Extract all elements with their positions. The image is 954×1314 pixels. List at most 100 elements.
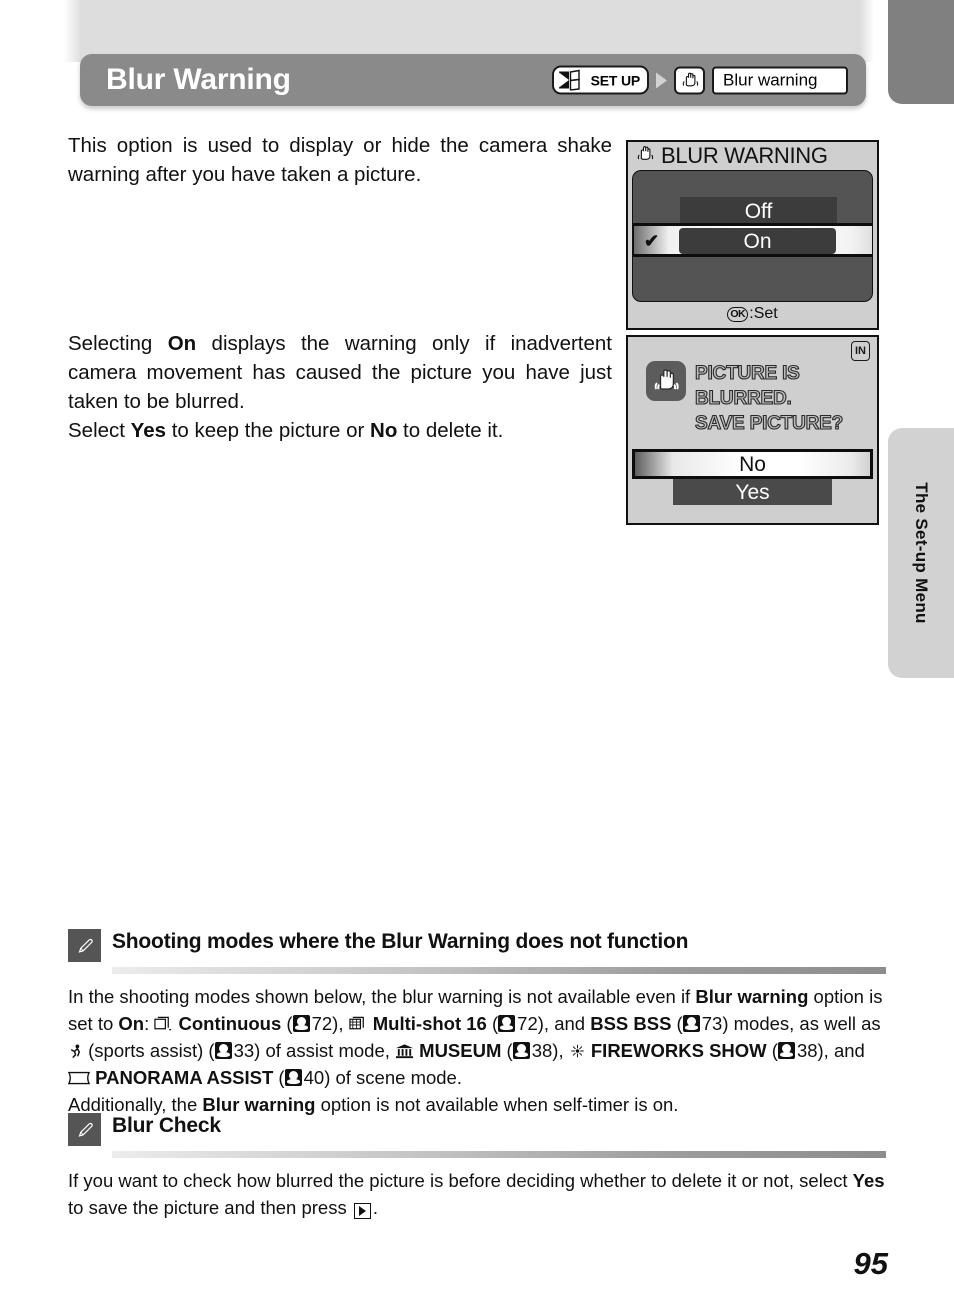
note1-b2: On (118, 1013, 145, 1034)
lcd-menu-option-off-pill: Off (680, 197, 837, 225)
note1-s9: ) modes, as well as (722, 1013, 881, 1034)
note1-s16: ( (273, 1067, 285, 1088)
shaking-hand-icon (635, 144, 655, 169)
breadcrumb-current-item[interactable]: Blur warning (712, 66, 848, 94)
note1-b1: Blur warning (695, 986, 809, 1007)
note1-s12: ( (501, 1040, 513, 1061)
lcd-dialog-message: PICTURE IS BLURRED. SAVE PICTURE? (646, 361, 869, 436)
note1-r6: 38 (796, 1040, 818, 1061)
note1-b4: Multi-shot 16 (372, 1013, 487, 1034)
note1-s3: : (144, 1013, 155, 1034)
chapter-tab-label: The Set-up Menu (912, 482, 931, 624)
note-title: Blur Check (112, 1114, 221, 1137)
desc-line2-end: to delete it. (397, 419, 504, 442)
setup-menu-icon (558, 69, 588, 91)
note2-b1: Yes (852, 1170, 885, 1191)
note1-s5: ), (332, 1013, 349, 1034)
description-paragraph: Selecting On displays the warning only i… (68, 329, 612, 445)
chapter-tab: The Set-up Menu (888, 428, 954, 678)
top-panel-fade-right (860, 0, 874, 62)
lcd-dialog-option-yes[interactable]: Yes (673, 479, 832, 505)
reference-book-icon (777, 1042, 795, 1059)
note-divider (112, 967, 886, 974)
lcd-menu-title: BLUR WARNING (661, 143, 828, 168)
note-header: Shooting modes where the Blur Warning do… (68, 928, 886, 962)
shaking-hand-icon (674, 66, 705, 94)
sports-assist-icon (68, 1043, 83, 1059)
lcd-menu-option-on[interactable]: ✔ On (633, 223, 872, 257)
lcd-dialog-option-yes-label: Yes (735, 480, 770, 504)
desc-no: No (370, 419, 398, 442)
desc-line2-mid: to keep the picture or (166, 419, 371, 442)
note1-r4: 33 (233, 1040, 255, 1061)
breadcrumb: SET UP Blur warning (551, 65, 848, 95)
note1-s14: ( (766, 1040, 778, 1061)
reference-book-icon (682, 1015, 700, 1032)
lcd-menu-option-off[interactable]: Off (633, 197, 872, 225)
note-title: Shooting modes where the Blur Warning do… (112, 930, 689, 953)
note1-r7: 40 (303, 1067, 325, 1088)
lcd-dialog-message-text: PICTURE IS BLURRED. SAVE PICTURE? (694, 361, 869, 436)
pencil-note-icon (68, 929, 101, 962)
page-number: 95 (853, 1246, 888, 1281)
note1-b6: MUSEUM (419, 1040, 502, 1061)
lcd-dialog-option-no[interactable]: No (632, 449, 873, 479)
note-divider (112, 1151, 886, 1158)
lcd-menu-option-on-label: On (743, 229, 772, 253)
note1-s17: ) of scene mode. (324, 1067, 462, 1088)
continuous-mode-icon (154, 1016, 173, 1032)
note-body: In the shooting modes shown below, the b… (68, 983, 886, 1118)
note1-s1: In the shooting modes shown below, the b… (68, 986, 696, 1007)
note2-s1: If you want to check how blurred the pic… (68, 1170, 853, 1191)
lcd-menu-footer-text: :Set (749, 305, 778, 322)
note-body: If you want to check how blurred the pic… (68, 1167, 886, 1221)
breadcrumb-current-item-label: Blur warning (723, 70, 818, 90)
breadcrumb-setup-label: SET UP (590, 72, 641, 88)
lcd-dialog-message-line1: PICTURE IS BLURRED. (694, 362, 800, 409)
breadcrumb-setup-chip[interactable]: SET UP (551, 65, 649, 95)
reference-book-icon (292, 1015, 310, 1032)
lcd-dialog-message-line2: SAVE PICTURE? (694, 412, 844, 434)
lcd-dialog-option-no-label: No (739, 452, 766, 476)
lcd-dialog-screen: IN PICTURE IS BLURRED. SAVE PICTURE? No … (628, 337, 877, 505)
note1-s4: ( (281, 1013, 293, 1034)
note1-s6: ( (486, 1013, 499, 1034)
note1-r2: 72 (517, 1013, 538, 1034)
lcd-blur-dialog: IN PICTURE IS BLURRED. SAVE PICTURE? No … (626, 335, 879, 525)
breadcrumb-arrow-icon (656, 72, 667, 88)
reference-book-icon (284, 1069, 302, 1086)
note1-b5: BSS BSS (590, 1013, 672, 1034)
desc-line2-pre: Select (68, 419, 131, 442)
ok-button-icon: OK (727, 306, 749, 322)
note1-s11: ) of assist mode, (254, 1040, 396, 1061)
note1-s7: ), and (537, 1013, 591, 1034)
check-icon: ✔ (644, 231, 660, 251)
lcd-menu-footer: OK:Set (628, 302, 877, 326)
lcd-menu-screen: Off ✔ On (632, 170, 873, 302)
note-shooting-modes: Shooting modes where the Blur Warning do… (68, 928, 886, 1118)
desc-yes: Yes (130, 419, 167, 442)
note1-r3: 73 (701, 1013, 723, 1034)
desc-pre: Selecting (68, 332, 168, 355)
reference-book-icon (498, 1015, 516, 1032)
page-title: Blur Warning (106, 63, 291, 96)
note1-s8: ( (671, 1013, 683, 1034)
intro-paragraph: This option is used to display or hide t… (68, 131, 612, 189)
internal-memory-badge: IN (851, 341, 870, 361)
note2-s3: . (372, 1197, 378, 1218)
note1-s15: ), and (817, 1040, 865, 1061)
intro-paragraph-text: This option is used to display or hide t… (68, 134, 612, 186)
reference-book-icon (512, 1042, 530, 1059)
note1-r5: 38 (531, 1040, 553, 1061)
note-header: Blur Check (68, 1112, 886, 1146)
pencil-note-icon (68, 1113, 101, 1146)
page-header-bar: Blur Warning SET UP Blur warning (80, 54, 866, 106)
lcd-menu-option-on-pill: On (679, 228, 836, 254)
note2-s2: to save the picture and then press (68, 1197, 352, 1218)
museum-icon (395, 1043, 414, 1059)
chapter-tab-top-block (888, 0, 954, 104)
top-panel (80, 0, 866, 62)
lcd-menu-titlebar: BLUR WARNING (628, 142, 877, 170)
note1-b8: PANORAMA ASSIST (95, 1067, 274, 1088)
note1-r1: 72 (311, 1013, 333, 1034)
